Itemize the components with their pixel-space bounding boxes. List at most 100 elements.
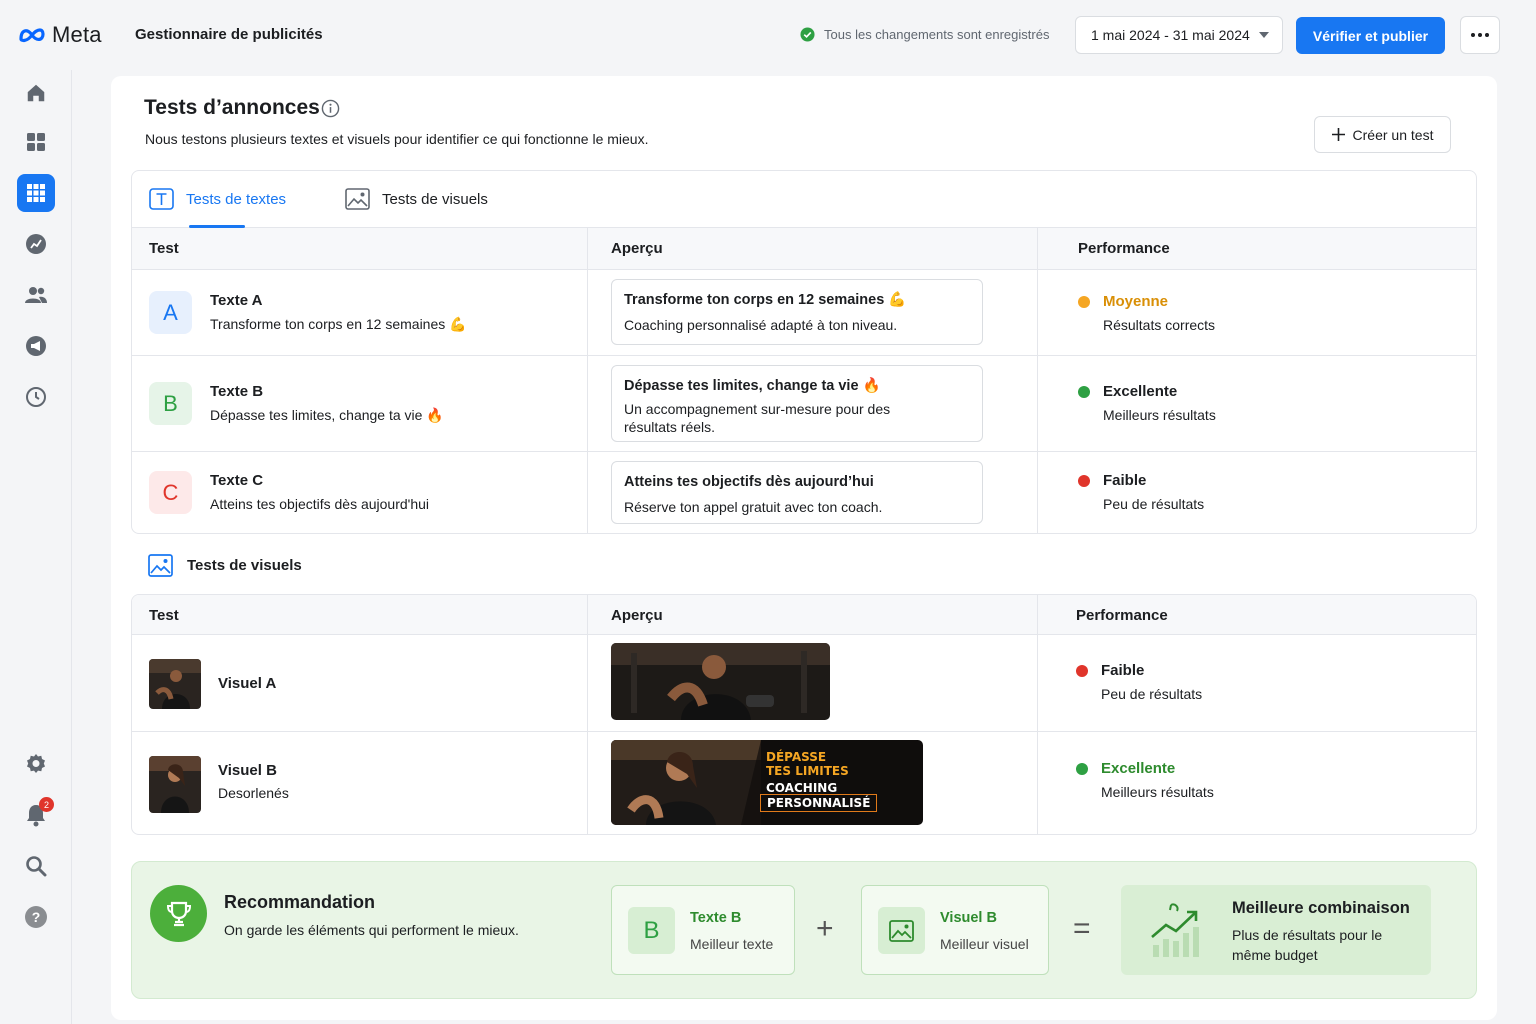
audience-icon [25,287,47,303]
sidebar-item-ads-manager[interactable] [17,174,55,212]
performance-description: Peu de résultats [1101,686,1203,702]
visual-a-preview[interactable] [611,643,830,720]
preview-headline: Dépasse tes limites, change ta vie 🔥 [624,378,881,394]
date-range-value: 1 mai 2024 - 31 mai 2024 [1091,27,1250,43]
column-header-test: Test [149,240,179,257]
banner-headline-line1: DÉPASSE [766,750,827,764]
image-icon [345,188,370,210]
visual-a-thumbnail [149,659,201,709]
column-header-test: Test [149,607,179,624]
performance-dot [1076,763,1088,775]
save-status: Tous les changements sont enregistrés [800,27,1049,42]
performance-label: Excellente [1103,383,1178,400]
best-text-letter-badge: B [628,907,675,954]
performance-description: Résultats corrects [1103,317,1216,333]
sidebar-item-home[interactable] [17,74,55,112]
text-table-header: Test Aperçu Performance [132,228,1476,270]
history-icon [26,387,46,407]
best-combination-title: Meilleure combinaison [1232,899,1410,917]
meta-logo[interactable]: Meta [18,22,102,48]
best-text-letter: B [643,916,660,944]
banner-headline-line2: TES LIMITES [766,764,849,778]
best-visual-card[interactable]: Visuel B Meilleur visuel [861,885,1049,975]
sidebar-item-history[interactable] [17,378,55,416]
column-header-performance: Performance [1076,607,1168,624]
text-icon [149,188,174,210]
notification-badge: 2 [39,797,54,812]
row-title: Visuel B [218,762,277,779]
preview-headline: Transforme ton corps en 12 semaines 💪 [624,292,907,308]
svg-text:?: ? [32,909,41,925]
more-horizontal-icon [1471,33,1475,37]
sidebar-item-campaigns[interactable] [17,327,55,365]
row-subtitle: Transforme ton corps en 12 semaines 💪 [210,316,467,332]
tabs-bar: Tests de textes Tests de visuels [132,171,1476,228]
ad-preview[interactable]: Transforme ton corps en 12 semaines 💪 Co… [611,279,983,345]
text-letter-badge: B [149,382,192,425]
sidebar-item-notifications[interactable]: 2 [17,796,55,834]
visual-b-preview[interactable]: DÉPASSE TES LIMITES COACHING PERSONNALIS… [611,740,923,825]
plus-icon: + [816,912,834,945]
preview-description: Réserve ton appel gratuit avec ton coach… [624,499,883,515]
create-test-button[interactable]: Créer un test [1314,116,1451,153]
plus-icon [1331,128,1345,141]
create-test-label: Créer un test [1352,126,1434,143]
home-icon [27,84,45,102]
ad-preview[interactable]: Atteins tes objectifs dès aujourd’hui Ré… [611,461,983,524]
athlete-photo-icon [611,643,830,720]
meta-infinity-icon [19,28,45,43]
ad-preview[interactable]: Dépasse tes limites, change ta vie 🔥 Un … [611,365,983,442]
sidebar-item-overview[interactable] [17,123,55,161]
tab-visual-tests-label: Tests de visuels [382,190,488,208]
preview-description: Coaching personnalisé adapté à ton nivea… [624,317,898,333]
sidebar-item-help[interactable]: ? [17,898,55,936]
recommendation-subtitle: On garde les éléments qui performent le … [224,922,519,938]
sidebar-item-settings[interactable] [17,745,55,783]
more-options-button[interactable] [1460,16,1500,54]
top-bar: Meta Gestionnaire de publicités Tous les… [0,0,1536,70]
best-text-title: Texte B [690,910,742,926]
date-range-picker[interactable]: 1 mai 2024 - 31 mai 2024 [1075,16,1283,54]
athlete-photo-icon [611,740,761,825]
performance-label: Faible [1101,662,1145,679]
performance-description: Peu de résultats [1103,496,1205,512]
best-text-card[interactable]: B Texte B Meilleur texte [611,885,795,975]
sidebar-item-audience[interactable] [17,276,55,314]
recommendation-title: Recommandation [224,892,376,912]
sidebar-item-analytics[interactable] [17,225,55,263]
performance-dot [1078,475,1090,487]
visual-b-thumbnail [149,756,201,813]
preview-headline: Atteins tes objectifs dès aujourd’hui [624,474,874,490]
brand-name: Meta [52,22,102,47]
performance-dot [1078,386,1090,398]
chevron-down-icon [1259,32,1269,38]
publish-button[interactable]: Vérifier et publier [1296,17,1445,54]
analytics-icon [26,234,46,254]
performance-dot [1078,296,1090,308]
banner-tag: PERSONNALISÉ [760,794,878,812]
tab-visual-tests[interactable]: Tests de visuels [345,185,488,213]
recommendation-panel: Recommandation On garde les éléments qui… [131,861,1477,999]
trophy-icon [150,885,207,942]
page-title: Tests d’annonces [144,96,320,119]
text-letter-badge: C [149,471,192,514]
info-icon[interactable] [321,99,340,118]
column-header-preview: Aperçu [611,607,663,624]
row-title: Texte B [210,383,264,400]
performance-dot [1076,665,1088,677]
best-visual-title: Visuel B [940,910,997,926]
visual-tests-title: Tests de visuels [187,557,302,574]
banner-subline: COACHING [766,781,838,795]
row-subtitle: Desorlenés [218,785,289,801]
row-title: Texte C [210,472,264,489]
tab-text-tests[interactable]: Tests de textes [149,185,286,213]
search-icon [26,856,47,877]
athlete-photo-icon [149,756,201,813]
grid-icon [27,133,45,151]
sidebar-item-search[interactable] [17,847,55,885]
performance-description: Meilleurs résultats [1103,407,1216,423]
athlete-photo-icon [149,659,201,709]
campaign-icon [26,336,46,356]
equals-icon: = [1073,912,1091,945]
row-subtitle: Dépasse tes limites, change ta vie 🔥 [210,407,444,423]
